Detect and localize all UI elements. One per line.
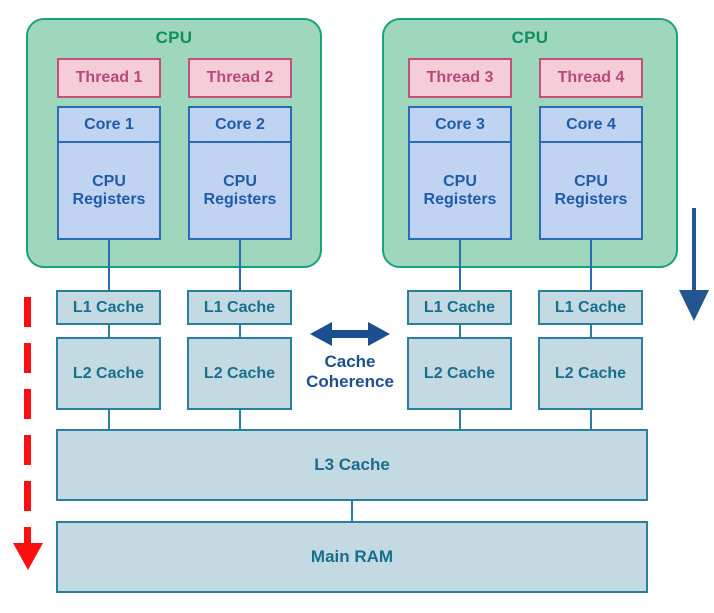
registers-box-2: CPU Registers	[188, 143, 292, 240]
registers-label-line1: CPU	[443, 172, 477, 190]
registers-label-line1: CPU	[574, 172, 608, 190]
l2-cache-2: L2 Cache	[187, 337, 292, 410]
cache-coherence-line1: Cache	[324, 352, 376, 371]
latency-arrow-head-icon	[13, 543, 43, 570]
registers-label: CPU Registers	[204, 173, 277, 209]
l2-cache-label: L2 Cache	[423, 364, 496, 382]
l3-cache: L3 Cache	[56, 429, 648, 501]
registers-label-line2: Registers	[72, 190, 146, 208]
l3-cache-label: L3 Cache	[314, 455, 390, 474]
l1-cache-4: L1 Cache	[538, 290, 643, 325]
l1-cache-label: L1 Cache	[72, 298, 145, 316]
l2-cache-1: L2 Cache	[56, 337, 161, 410]
l2-cache-3: L2 Cache	[407, 337, 512, 410]
registers-box-4: CPU Registers	[539, 143, 643, 240]
l2-cache-label: L2 Cache	[203, 364, 276, 382]
flow-arrow-shaft	[692, 208, 696, 292]
core-label: Core 1	[84, 115, 134, 133]
thread-label: Thread 1	[75, 69, 143, 86]
registers-label-line1: CPU	[223, 172, 257, 190]
thread-label: Thread 2	[206, 69, 274, 86]
core-box-1: Core 1	[57, 106, 161, 143]
core-label: Core 2	[215, 115, 265, 133]
connector-l2-to-l3-4	[590, 410, 592, 430]
connector-core1-to-l1	[108, 240, 110, 291]
thread-box-3: Thread 3	[408, 58, 512, 98]
l2-cache-label: L2 Cache	[554, 364, 627, 382]
l1-cache-3: L1 Cache	[407, 290, 512, 325]
l2-cache-4: L2 Cache	[538, 337, 643, 410]
l1-cache-1: L1 Cache	[56, 290, 161, 325]
core-label: Core 4	[566, 115, 616, 133]
registers-label-line2: Registers	[554, 190, 628, 208]
registers-box-3: CPU Registers	[408, 143, 512, 240]
thread-label: Thread 3	[426, 69, 494, 86]
registers-label-line1: CPU	[92, 172, 126, 190]
thread-box-2: Thread 2	[188, 58, 292, 98]
thread-box-1: Thread 1	[57, 58, 161, 98]
registers-label: CPU Registers	[424, 173, 497, 209]
cpu-package-2-label: CPU	[511, 28, 549, 47]
core-box-3: Core 3	[408, 106, 512, 143]
connector-l2-to-l3-1	[108, 410, 110, 430]
registers-label: CPU Registers	[73, 173, 146, 209]
flow-arrow-head-icon	[679, 290, 709, 321]
connector-core3-to-l1	[459, 240, 461, 291]
registers-box-1: CPU Registers	[57, 143, 161, 240]
connector-core2-to-l1	[239, 240, 241, 291]
connector-core4-to-l1	[590, 240, 592, 291]
thread-label: Thread 4	[557, 69, 625, 86]
main-ram-label: Main RAM	[310, 547, 394, 566]
l1-cache-label: L1 Cache	[423, 298, 496, 316]
l1-cache-label: L1 Cache	[203, 298, 276, 316]
l1-cache-label: L1 Cache	[554, 298, 627, 316]
cpu-package-1-label: CPU	[155, 28, 193, 47]
l2-cache-label: L2 Cache	[72, 364, 145, 382]
registers-label-line2: Registers	[423, 190, 497, 208]
diagram-canvas: CPU Thread 1 Core 1 CPU Registers Thread…	[0, 0, 714, 613]
connector-l3-to-ram	[351, 501, 353, 521]
cache-coherence-arrow-icon	[310, 322, 390, 346]
cache-coherence-label: Cache Coherence	[288, 352, 412, 393]
connector-l2-to-l3-3	[459, 410, 461, 430]
cache-coherence-line2: Coherence	[306, 372, 394, 392]
main-ram: Main RAM	[56, 521, 648, 593]
thread-box-4: Thread 4	[539, 58, 643, 98]
l1-cache-2: L1 Cache	[187, 290, 292, 325]
registers-label-line2: Registers	[203, 190, 277, 208]
latency-arrow-shaft	[24, 297, 31, 547]
connector-l2-to-l3-2	[239, 410, 241, 430]
registers-label: CPU Registers	[555, 173, 628, 209]
core-box-4: Core 4	[539, 106, 643, 143]
core-label: Core 3	[435, 115, 485, 133]
core-box-2: Core 2	[188, 106, 292, 143]
